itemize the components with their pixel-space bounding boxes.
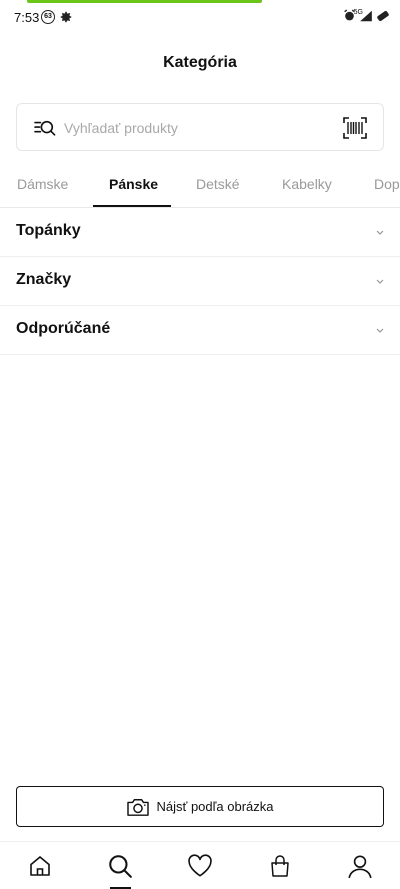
category-list: Topánky Značky Odporúčané — [0, 208, 400, 355]
nav-account[interactable] — [320, 842, 400, 889]
active-tab-indicator — [93, 205, 171, 207]
status-icons — [343, 9, 390, 22]
bottom-navigation — [0, 841, 400, 889]
image-search-button[interactable]: Nájsť podľa obrázka — [16, 786, 384, 827]
gear-icon — [60, 11, 72, 23]
search-box[interactable] — [16, 103, 384, 151]
nav-home[interactable] — [0, 842, 80, 889]
bag-icon — [271, 855, 289, 877]
status-time: 7:53 — [14, 10, 40, 25]
category-label: Odporúčané — [16, 320, 111, 337]
heart-icon — [188, 854, 212, 877]
loading-progress-line — [27, 0, 262, 3]
page-title: Kategória — [163, 54, 237, 71]
home-icon — [30, 856, 50, 876]
tab-detske[interactable]: Detské — [196, 176, 240, 192]
tab-doplnky[interactable]: Dop — [374, 176, 400, 192]
status-bar: 7:53 63 5G — [0, 0, 400, 36]
tab-kabelky[interactable]: Kabelky — [282, 176, 332, 192]
user-icon — [348, 855, 372, 879]
nav-favorites[interactable] — [160, 842, 240, 889]
tab-panske[interactable]: Pánske — [109, 176, 158, 192]
chevron-down-icon — [376, 230, 384, 235]
category-row-odporucane[interactable]: Odporúčané — [0, 306, 400, 355]
search-input[interactable] — [64, 116, 334, 140]
search-list-icon — [34, 120, 56, 136]
barcode-icon[interactable] — [343, 117, 367, 139]
category-tabs: Dámske Pánske Detské Kabelky Dop — [0, 166, 400, 208]
battery-icon — [377, 10, 389, 21]
camera-icon — [127, 798, 150, 816]
category-row-znacky[interactable]: Značky — [0, 257, 400, 306]
nav-cart[interactable] — [240, 842, 320, 889]
chevron-down-icon — [376, 279, 384, 284]
category-label: Topánky — [16, 222, 81, 239]
chevron-down-icon — [376, 328, 384, 333]
nav-search[interactable] — [80, 842, 160, 889]
tab-damske[interactable]: Dámske — [17, 176, 68, 192]
alarm-icon — [344, 9, 355, 21]
category-row-topanky[interactable]: Topánky — [0, 208, 400, 257]
signal-icon — [360, 10, 372, 21]
image-search-label: Nájsť podľa obrázka — [156, 799, 274, 814]
notification-count-badge: 63 — [41, 10, 55, 24]
search-icon — [109, 855, 132, 878]
category-label: Značky — [16, 271, 72, 288]
